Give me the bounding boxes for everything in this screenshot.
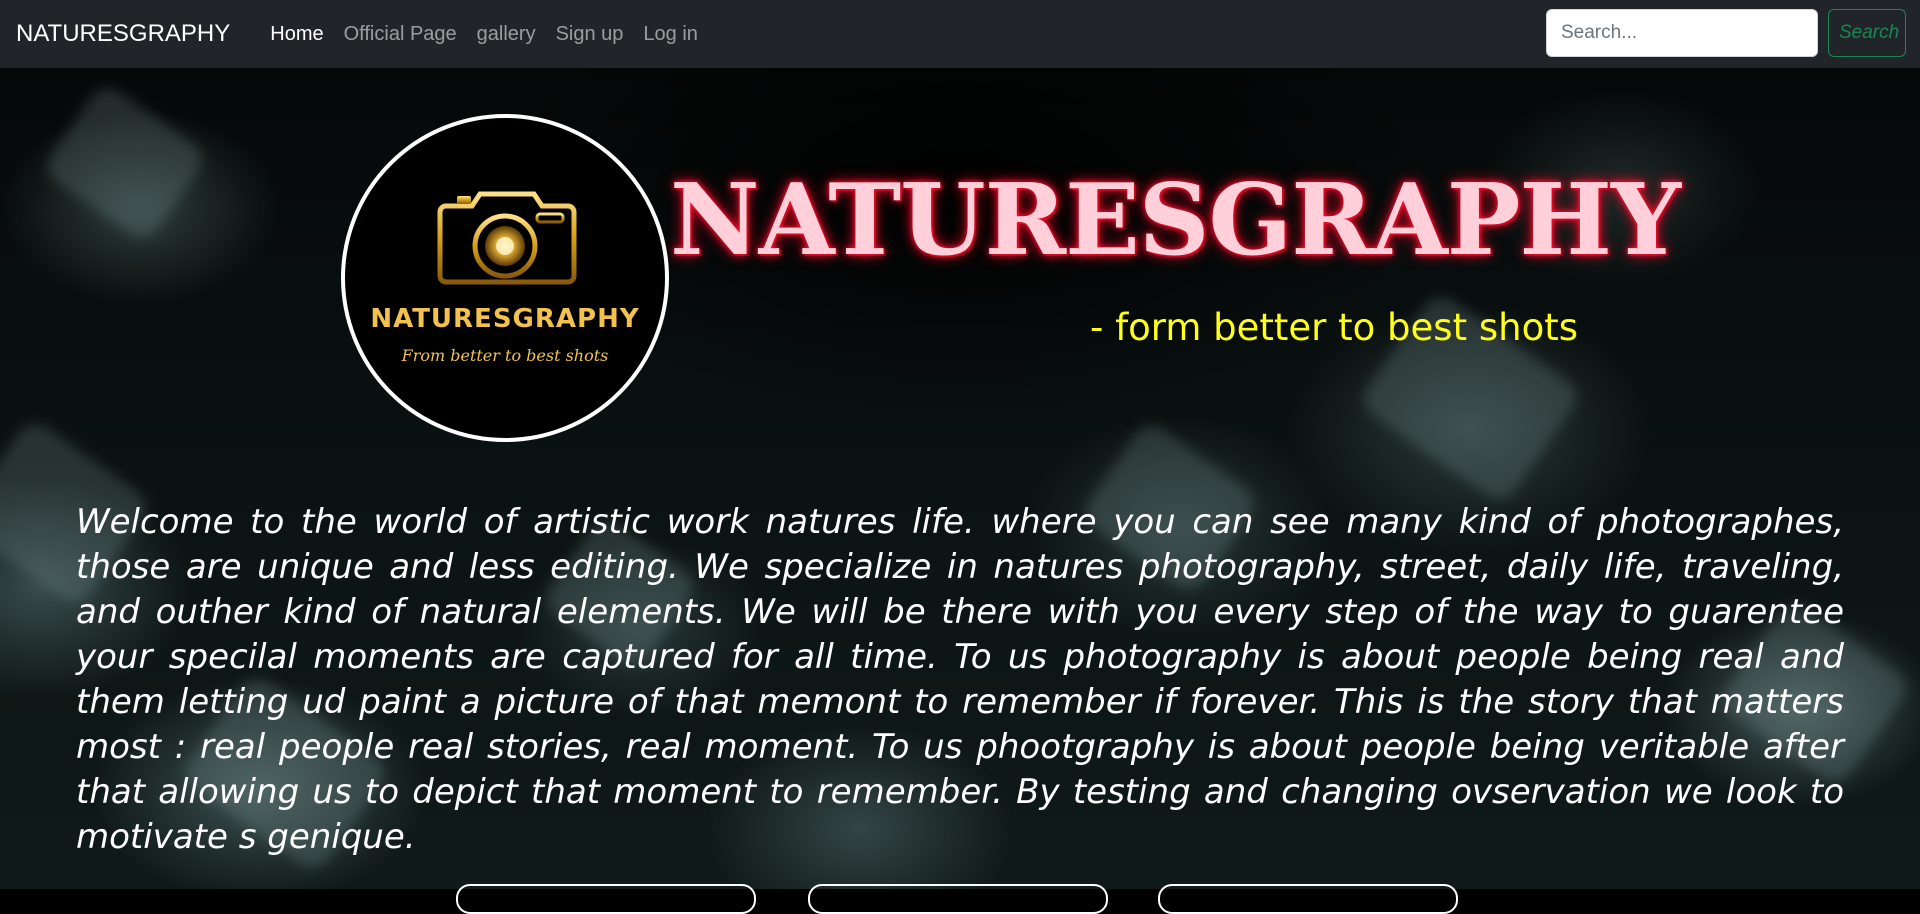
background-shape [40,80,210,246]
nav-link-official-page[interactable]: Official Page [334,23,467,46]
nav-links: Home Official Page gallery Sign up Log i… [260,23,708,46]
nav-link-home[interactable]: Home [260,23,333,46]
page-title: NATURESGRAPHY [670,163,1681,278]
welcome-text: Welcome to the world of artistic work na… [76,502,1844,857]
bottom-buttons [0,884,1920,914]
search-button[interactable]: Search [1828,9,1906,57]
search-form: Search [1546,9,1906,57]
top-navbar: NATURESGRAPHY Home Official Page gallery… [0,0,1920,68]
nav-link-sign-up[interactable]: Sign up [546,23,634,46]
nav-link-gallery[interactable]: gallery [467,23,546,46]
logo-name: NATURESGRAPHY [370,304,640,334]
search-input[interactable] [1546,9,1818,57]
logo-slogan: From better to best shots [401,346,609,365]
brand-link[interactable]: NATURESGRAPHY [16,20,230,48]
nav-link-log-in[interactable]: Log in [633,23,708,46]
camera-icon [437,191,577,285]
tagline: - form better to best shots [1090,306,1578,349]
site-logo[interactable]: NATURESGRAPHY From better to best shots [341,114,669,442]
